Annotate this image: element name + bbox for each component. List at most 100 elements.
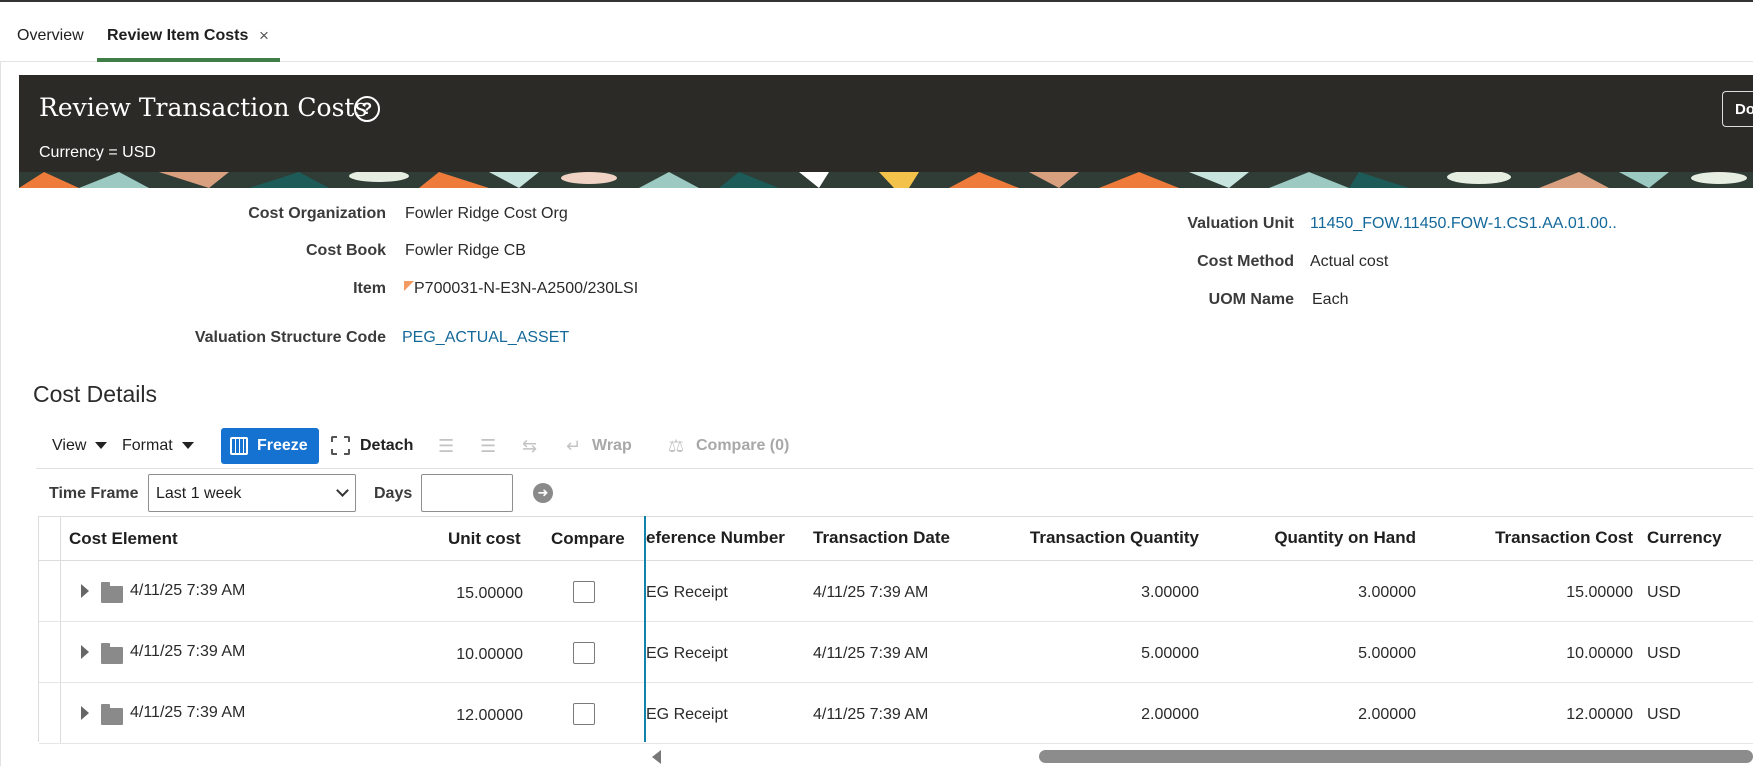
compare-button: Compare (0) [696, 437, 790, 454]
transaction-quantity-cell: 2.00000 [1141, 706, 1199, 723]
column-header-unit-cost[interactable]: Unit cost [448, 529, 521, 549]
scrollbar-thumb[interactable] [1039, 750, 1753, 763]
currency-cell: USD [1647, 584, 1681, 601]
scrollable-columns[interactable]: eference Number Transaction Date Transac… [646, 516, 1753, 742]
cost-book-value: Fowler Ridge CB [405, 242, 526, 259]
folder-icon [101, 704, 123, 725]
unit-cost-cell: 10.00000 [456, 646, 523, 663]
transaction-cost-cell: 12.00000 [1566, 706, 1633, 723]
page-title: Review Transaction Costs [39, 93, 368, 122]
active-tab-indicator [97, 58, 280, 62]
currency-cell: USD [1647, 645, 1681, 662]
tab-overview[interactable]: Overview [17, 27, 84, 45]
view-menu[interactable]: View [52, 437, 108, 455]
compare-checkbox[interactable] [573, 581, 595, 603]
detach-icon[interactable] [331, 436, 350, 455]
reference-number-cell: EG Receipt [646, 584, 728, 601]
page-header: Review Transaction Costs ? Currency = US… [19, 75, 1753, 172]
compare-icon: ⚖ [668, 436, 685, 456]
caret-down-icon [95, 442, 108, 450]
unit-cost-cell: 15.00000 [456, 585, 523, 602]
wrap-button: Wrap [592, 437, 632, 454]
caret-down-icon [181, 442, 194, 450]
quantity-on-hand-cell: 3.00000 [1358, 584, 1416, 601]
move-up-icon: ☰ [480, 436, 497, 456]
time-frame-value: Last 1 week [156, 485, 242, 502]
column-header-currency[interactable]: Currency [1647, 528, 1722, 548]
help-icon[interactable]: ? [354, 96, 380, 122]
uom-name-label: UOM Name [1208, 291, 1294, 308]
column-header-transaction-quantity[interactable]: Transaction Quantity [1026, 528, 1199, 548]
decorative-banner [19, 172, 1753, 188]
scroll-left-arrow-icon[interactable] [652, 750, 661, 764]
format-menu[interactable]: Format [122, 437, 194, 455]
valuation-unit-label: Valuation Unit [1187, 215, 1294, 232]
cost-element-cell: 4/11/25 7:39 AM [130, 704, 246, 721]
folder-icon [101, 643, 123, 664]
format-menu-label: Format [122, 437, 173, 454]
expand-icon[interactable] [81, 645, 89, 659]
reorder-icon: ⇆ [522, 436, 538, 456]
reference-number-cell: EG Receipt [646, 706, 728, 723]
compare-checkbox[interactable] [573, 642, 595, 664]
transaction-quantity-cell: 5.00000 [1141, 645, 1199, 662]
cost-organization-label: Cost Organization [248, 205, 386, 222]
transaction-quantity-cell: 3.00000 [1141, 584, 1199, 601]
move-down-icon: ☰ [438, 436, 455, 456]
cost-book-label: Cost Book [306, 242, 386, 259]
cost-method-value: Actual cost [1310, 253, 1389, 270]
transaction-date-cell: 4/11/25 7:39 AM [813, 706, 929, 723]
column-header-quantity-on-hand[interactable]: Quantity on Hand [1246, 528, 1416, 548]
transaction-cost-cell: 15.00000 [1566, 584, 1633, 601]
time-frame-label: Time Frame [49, 485, 139, 502]
section-title-cost-details: Cost Details [33, 381, 157, 407]
valuation-structure-code-link[interactable]: PEG_ACTUAL_ASSET [402, 329, 569, 347]
column-header-transaction-date[interactable]: Transaction Date [813, 528, 950, 548]
detach-button[interactable]: Detach [360, 437, 413, 455]
compare-checkbox[interactable] [573, 703, 595, 725]
days-input[interactable] [421, 474, 513, 512]
currency-cell: USD [1647, 706, 1681, 723]
transaction-date-cell: 4/11/25 7:39 AM [813, 645, 929, 662]
item-value: P700031-N-E3N-A2500/230LSI [414, 280, 639, 297]
close-icon[interactable]: × [259, 26, 269, 46]
reference-number-cell: EG Receipt [646, 645, 728, 662]
column-header-reference-number[interactable]: eference Number [646, 528, 785, 548]
chevron-down-icon [336, 484, 349, 497]
column-header-transaction-cost[interactable]: Transaction Cost [1456, 528, 1633, 548]
wrap-icon: ↵ [566, 436, 582, 456]
folder-icon [101, 582, 123, 603]
column-header-compare[interactable]: Compare [551, 529, 625, 549]
cost-element-cell: 4/11/25 7:39 AM [130, 582, 246, 599]
tab-review-item-costs[interactable]: Review Item Costs [107, 27, 248, 45]
table-toolbar: View Format Freeze Detach ☰ ☰ ⇆ ↵ Wrap ⚖… [36, 427, 1753, 469]
uom-name-value: Each [1312, 291, 1349, 308]
flag-icon [404, 281, 414, 291]
item-label: Item [353, 280, 386, 297]
days-label: Days [374, 485, 413, 502]
time-frame-select[interactable]: Last 1 week [148, 474, 356, 512]
valuation-unit-link[interactable]: 11450_FOW.11450.FOW-1.CS1.AA.01.00.. [1310, 215, 1617, 233]
freeze-button-label: Freeze [257, 437, 308, 454]
expand-icon[interactable] [81, 706, 89, 720]
cost-method-label: Cost Method [1197, 253, 1294, 270]
transaction-date-cell: 4/11/25 7:39 AM [813, 584, 929, 601]
freeze-columns-icon [230, 437, 248, 455]
view-menu-label: View [52, 437, 87, 454]
cost-element-cell: 4/11/25 7:39 AM [130, 643, 246, 660]
tab-bar: Overview Review Item Costs × [0, 2, 1753, 62]
page-border [0, 62, 5, 766]
freeze-button[interactable]: Freeze [221, 428, 319, 464]
frozen-column-divider [644, 516, 646, 742]
quantity-on-hand-cell: 2.00000 [1358, 706, 1416, 723]
unit-cost-cell: 12.00000 [456, 707, 523, 724]
done-button[interactable]: Done [1722, 91, 1753, 127]
cost-organization-value: Fowler Ridge Cost Org [405, 205, 568, 222]
horizontal-scrollbar[interactable] [646, 746, 1753, 766]
currency-info: Currency = USD [39, 144, 156, 161]
expand-icon[interactable] [81, 584, 89, 598]
go-arrow-icon[interactable]: ➜ [533, 483, 553, 503]
valuation-structure-code-label: Valuation Structure Code [194, 329, 386, 346]
column-header-cost-element[interactable]: Cost Element [69, 529, 178, 549]
quantity-on-hand-cell: 5.00000 [1358, 645, 1416, 662]
